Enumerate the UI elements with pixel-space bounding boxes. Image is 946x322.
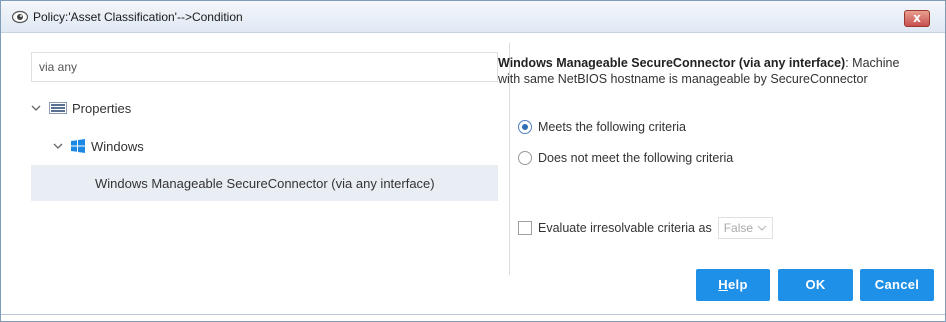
condition-description: Windows Manageable SecureConnector (via … xyxy=(498,56,900,86)
evaluate-irresolvable-row: Evaluate irresolvable criteria as False xyxy=(518,217,773,239)
tree-item-windows-manageable-secureconnector[interactable]: Windows Manageable SecureConnector (via … xyxy=(31,165,498,201)
condition-dialog: Policy:'Asset Classification'-->Conditio… xyxy=(0,0,946,322)
window-bottom-edge xyxy=(1,314,945,321)
evaluate-checkbox[interactable] xyxy=(518,221,532,235)
radio-button[interactable] xyxy=(518,151,532,165)
cancel-button-label: Cancel xyxy=(874,277,920,292)
evaluate-label: Evaluate irresolvable criteria as xyxy=(538,221,712,235)
list-icon xyxy=(49,102,67,114)
evaluate-value-select[interactable]: False xyxy=(717,217,773,239)
radio-does-not-meet-criteria[interactable]: Does not meet the following criteria xyxy=(518,151,733,165)
radio-meets-criteria[interactable]: Meets the following criteria xyxy=(518,120,686,134)
close-button[interactable]: x xyxy=(904,10,930,27)
ok-button[interactable]: OK xyxy=(778,269,853,301)
help-button-label: Help xyxy=(718,277,748,292)
tree-item-label: Windows Manageable SecureConnector (via … xyxy=(95,175,435,191)
radio-label: Meets the following criteria xyxy=(538,120,686,134)
tree-item-properties[interactable]: Properties xyxy=(21,91,509,125)
cancel-button[interactable]: Cancel xyxy=(860,269,934,301)
title-bar[interactable]: Policy:'Asset Classification'-->Conditio… xyxy=(1,1,945,33)
eye-icon xyxy=(12,10,28,24)
condition-details: Windows Manageable SecureConnector (via … xyxy=(498,55,928,87)
evaluate-value: False xyxy=(723,221,754,235)
chevron-down-icon[interactable] xyxy=(31,103,41,113)
tree-panel: Properties Windows Windows Manageable Se… xyxy=(21,43,509,275)
chevron-down-icon xyxy=(757,225,767,231)
close-icon: x xyxy=(913,11,921,25)
tree-item-label: Properties xyxy=(72,100,132,116)
tree-item-label: Windows xyxy=(91,138,144,154)
ok-button-label: OK xyxy=(805,277,826,292)
search-input[interactable] xyxy=(31,52,498,82)
windows-logo-icon xyxy=(71,139,85,153)
tree-item-windows[interactable]: Windows xyxy=(21,129,509,163)
chevron-down-icon[interactable] xyxy=(53,141,63,151)
radio-button[interactable] xyxy=(518,120,532,134)
radio-label: Does not meet the following criteria xyxy=(538,151,734,165)
condition-title: Windows Manageable SecureConnector (via … xyxy=(498,56,846,70)
window-title: Policy:'Asset Classification'-->Conditio… xyxy=(33,10,243,24)
help-button[interactable]: Help xyxy=(696,269,770,301)
